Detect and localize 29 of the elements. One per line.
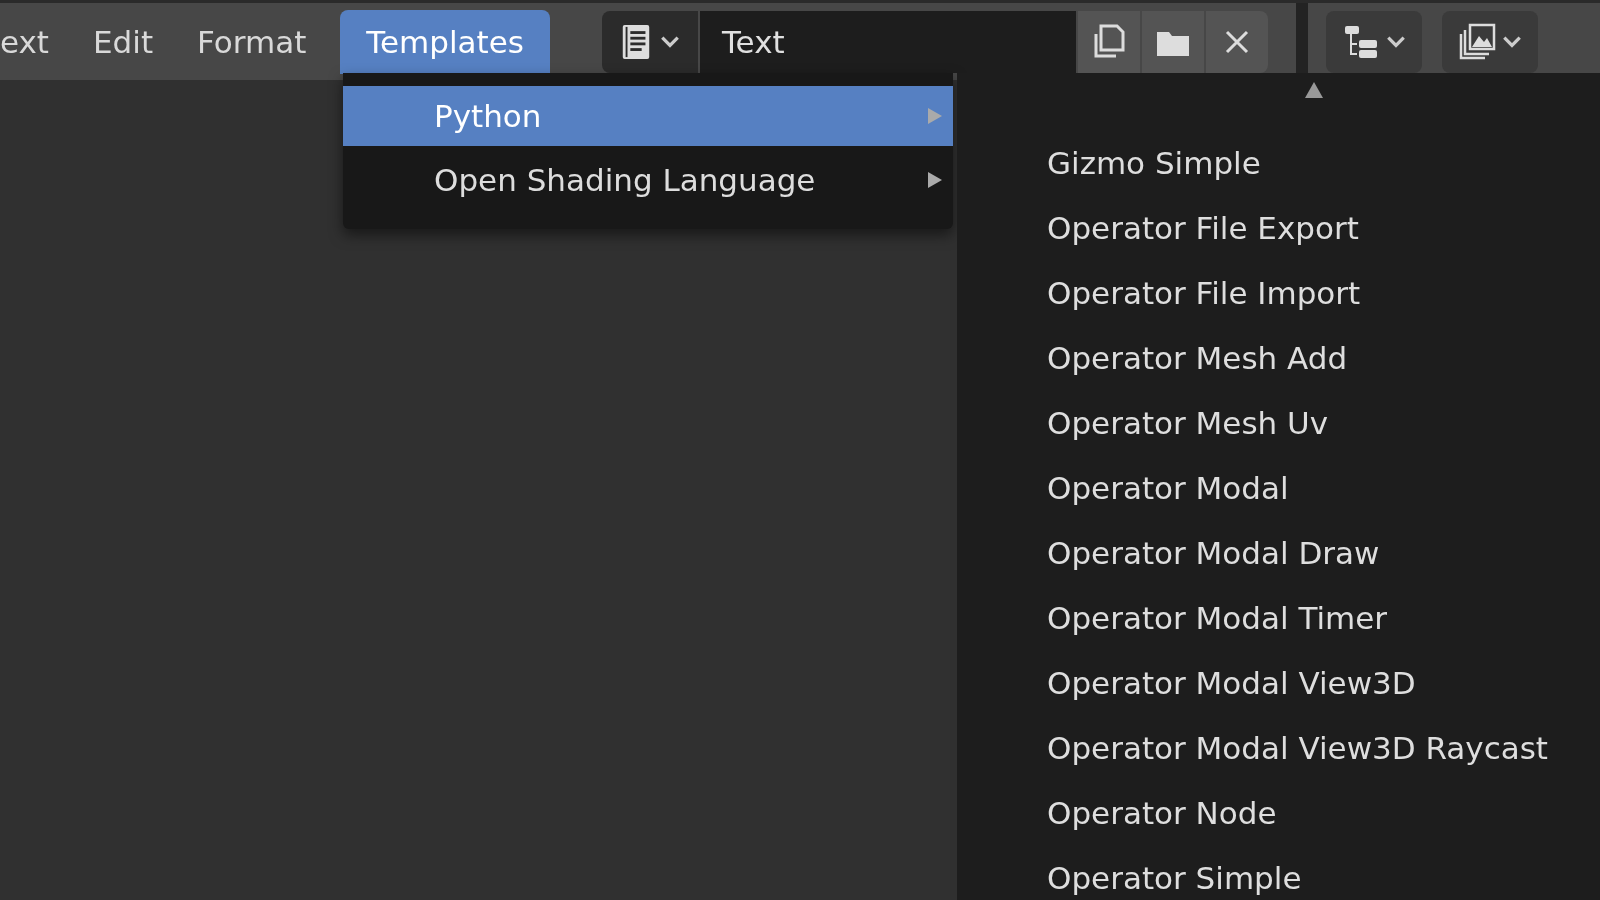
menu-item[interactable]: Operator Mesh Uv xyxy=(1047,404,1329,441)
menu-item[interactable]: Operator Modal View3D Raycast xyxy=(1047,729,1549,766)
menu-item[interactable]: Open Shading Language xyxy=(343,150,953,210)
menu-item[interactable]: Templates xyxy=(340,9,550,74)
menu-item[interactable]: Gizmo Simple xyxy=(1047,144,1261,181)
menu-item[interactable]: Operator Node xyxy=(1047,794,1277,831)
menu-item[interactable]: Python xyxy=(343,86,953,146)
menu-item[interactable]: Operator Mesh Add xyxy=(1047,339,1348,376)
image-dropdown[interactable] xyxy=(1441,10,1538,73)
menu-item[interactable]: Edit xyxy=(73,9,174,74)
outliner-dropdown[interactable] xyxy=(1325,10,1422,73)
close-button[interactable] xyxy=(1205,10,1268,73)
editor-type-dropdown[interactable] xyxy=(601,10,698,73)
menu-item[interactable]: Format xyxy=(177,9,327,74)
menu-item[interactable]: Operator Modal Timer xyxy=(1047,599,1388,636)
chevron-down-icon xyxy=(658,33,681,50)
menu-item[interactable]: Operator File Import xyxy=(1047,274,1361,311)
menu-item[interactable]: Operator File Export xyxy=(1047,209,1359,246)
chevron-down-icon xyxy=(1500,33,1523,50)
duplicate-button[interactable] xyxy=(1077,10,1140,73)
menu-item[interactable]: Operator Modal xyxy=(1047,469,1289,506)
open-button[interactable] xyxy=(1141,10,1204,73)
menu-item[interactable]: Operator Simple xyxy=(1047,859,1302,896)
chevron-down-icon xyxy=(1384,33,1407,50)
menu-item[interactable]: Operator Modal Draw xyxy=(1047,534,1380,571)
menu-item[interactable]: Operator Modal View3D xyxy=(1047,664,1416,701)
menu-item[interactable]: ext xyxy=(0,9,70,74)
scroll-up-arrow-icon[interactable] xyxy=(1304,81,1324,99)
text-name-field[interactable]: Text xyxy=(699,10,1076,73)
